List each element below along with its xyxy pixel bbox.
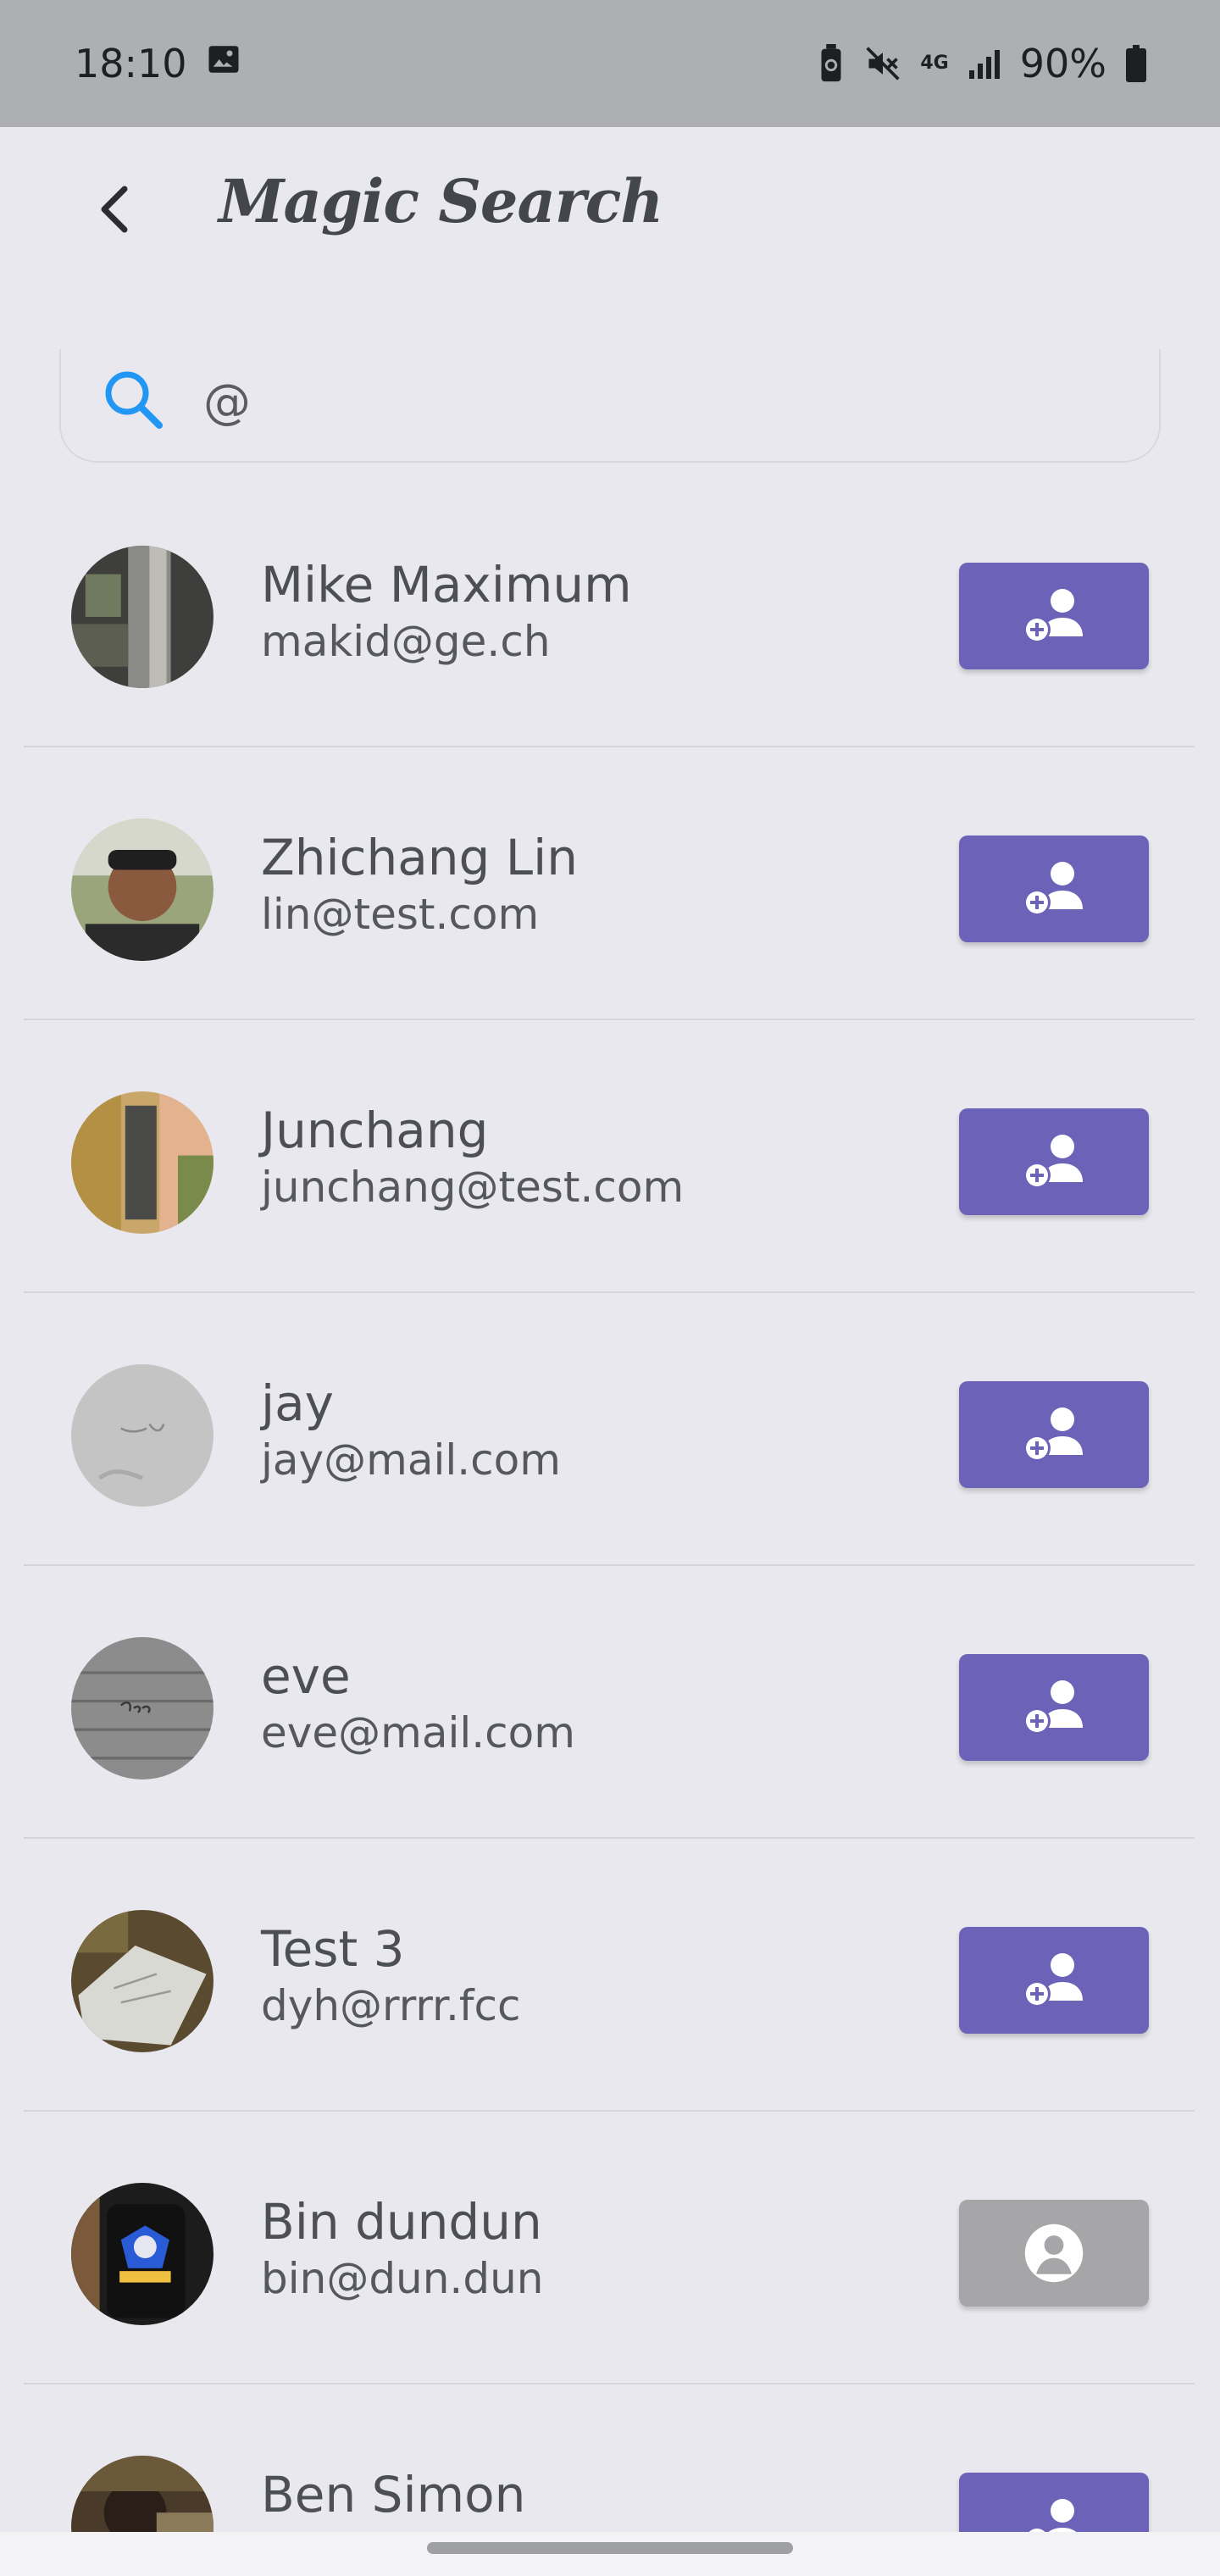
image-icon [206, 41, 241, 86]
navigation-bar [0, 2532, 1220, 2576]
add-friend-button[interactable] [959, 836, 1149, 942]
avatar [71, 819, 214, 961]
user-row[interactable]: Test 3 dyh@rrrr.fcc [0, 1839, 1220, 2112]
search-box[interactable]: @ [59, 349, 1161, 463]
battery-percent: 90% [1019, 41, 1106, 86]
user-email: jay@mail.com [261, 1435, 561, 1485]
status-right: 4G 90% [817, 41, 1147, 86]
user-name: Ben Simon [261, 2466, 526, 2523]
user-name: Test 3 [261, 1920, 405, 1978]
user-name: Mike Maximum [261, 556, 632, 613]
user-email: eve@mail.com [261, 1708, 575, 1757]
user-email: junchang@test.com [261, 1163, 685, 1212]
add-friend-button[interactable] [959, 1654, 1149, 1761]
user-profile-icon [1024, 2223, 1084, 2283]
user-name: jay [261, 1374, 334, 1432]
add-friend-button[interactable] [959, 1381, 1149, 1488]
signal-icon [968, 47, 1001, 80]
add-friend-button[interactable] [959, 1108, 1149, 1215]
chevron-left-icon [101, 186, 128, 233]
home-gesture-handle[interactable] [427, 2542, 793, 2554]
add-friend-button[interactable] [959, 563, 1149, 669]
user-row[interactable]: jay jay@mail.com [0, 1293, 1220, 1566]
status-time: 18:10 [75, 41, 187, 86]
user-name: Junchang [261, 1102, 489, 1159]
view-profile-button[interactable] [959, 2200, 1149, 2307]
user-row[interactable]: Junchang junchang@test.com [0, 1020, 1220, 1293]
back-button[interactable] [85, 180, 144, 239]
battery-saver-icon [817, 44, 846, 83]
user-email: bin@dun.dun [261, 2254, 544, 2303]
user-email: lin@test.com [261, 890, 540, 939]
user-row[interactable]: eve eve@mail.com [0, 1566, 1220, 1839]
user-email: dyh@rrrr.fcc [261, 1981, 521, 2030]
user-row[interactable]: Bin dundun bin@dun.dun [0, 2112, 1220, 2384]
add-friend-button[interactable] [959, 1927, 1149, 2034]
avatar [71, 2183, 214, 2325]
avatar [71, 1091, 214, 1234]
avatar [71, 1910, 214, 2052]
add-user-icon [1023, 589, 1083, 643]
status-bar: 18:10 4G 90% [0, 0, 1220, 127]
user-email: makid@ge.ch [261, 617, 551, 666]
avatar [71, 546, 214, 688]
add-user-icon [1023, 1407, 1083, 1462]
page-title: Magic Search [219, 166, 663, 236]
add-user-icon [1023, 1135, 1083, 1189]
search-input[interactable]: @ [203, 375, 251, 430]
user-row[interactable]: Zhichang Lin lin@test.com [0, 747, 1220, 1020]
user-name: eve [261, 1647, 351, 1705]
avatar [71, 1364, 214, 1507]
app-header: Magic Search [0, 127, 1220, 297]
network-type-label: 4G [920, 53, 949, 74]
add-user-icon [1023, 862, 1083, 916]
avatar [71, 1637, 214, 1779]
add-user-icon [1023, 1680, 1083, 1735]
user-name: Zhichang Lin [261, 829, 578, 886]
search-icon [105, 371, 163, 429]
user-row[interactable]: Mike Maximum makid@ge.ch [0, 475, 1220, 747]
add-user-icon [1023, 1953, 1083, 2007]
mute-icon [864, 45, 901, 82]
user-name: Bin dundun [261, 2193, 542, 2251]
battery-icon [1125, 45, 1147, 82]
status-left: 18:10 [75, 41, 241, 86]
